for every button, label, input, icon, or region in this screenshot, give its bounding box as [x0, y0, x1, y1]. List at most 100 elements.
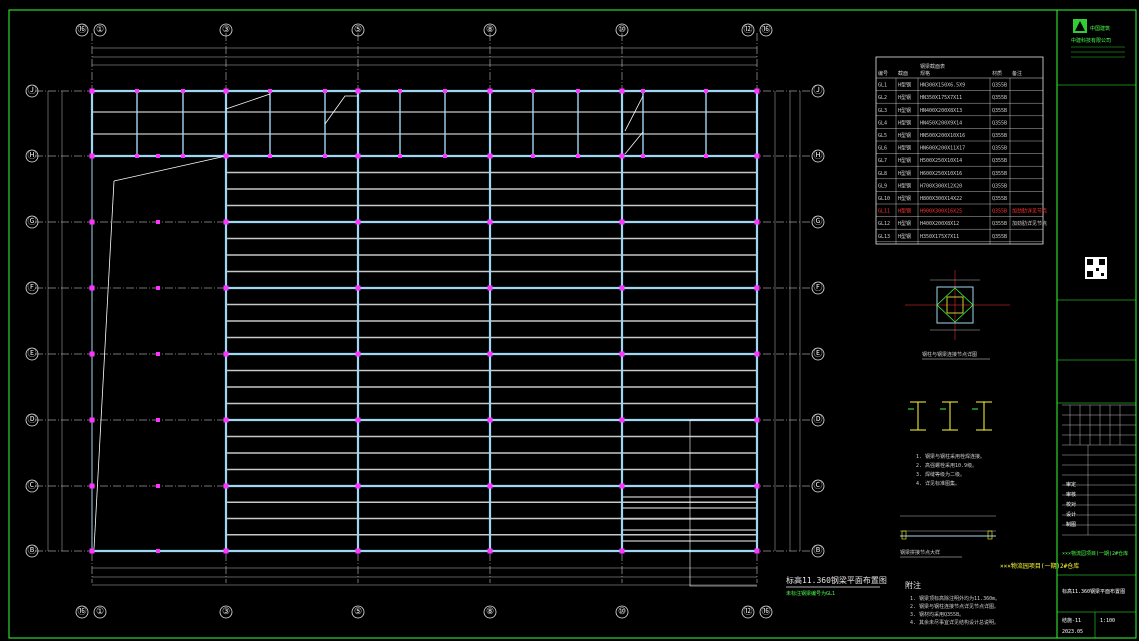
steel-column: [323, 89, 327, 93]
notes-heading: 附注: [905, 580, 921, 590]
steel-column: [619, 153, 625, 159]
section-table-cell: H350X175X7X11: [920, 234, 959, 240]
section-table-cell: Q355B: [992, 209, 1007, 215]
axis-label: Ⓗ: [813, 150, 822, 161]
steel-column: [704, 89, 708, 93]
section-table-cell: Q355B: [992, 183, 1007, 189]
steel-column: [641, 89, 645, 93]
steel-column: [355, 483, 361, 489]
steel-column: [355, 219, 361, 225]
section-table-cell: H600X250X10X16: [920, 171, 962, 177]
section-table-cell: H400X200X8X12: [920, 221, 959, 227]
cad-drawing-sheet: ⑯ ① ③ ⑤ ⑧ ⑩ ⑫ ⑯⑯ ① ③ ⑤ ⑧ ⑩ ⑫ ⑯ⒿⒽⒼⒻⒺⒹⒸⒷⒿⒽⒼⒻⒺⒹⒸⒷ 标高11.36…: [0, 9, 1137, 640]
steel-column: [355, 285, 361, 291]
axis-label: Ⓒ: [813, 480, 822, 491]
axis-label: Ⓖ: [27, 216, 36, 227]
section-table-cell: GL2: [878, 95, 887, 101]
axis-label: ⑯: [77, 606, 86, 617]
steel-column: [487, 548, 493, 554]
steel-column: [89, 219, 95, 225]
section-table-header: 编号: [878, 70, 888, 77]
section-table-cell: Q355B: [992, 120, 1007, 126]
steel-column: [355, 153, 361, 159]
steel-column: [135, 154, 139, 158]
section-table-header: 规格: [920, 70, 930, 77]
axis-label: Ⓙ: [27, 85, 36, 96]
steel-column: [156, 549, 160, 553]
section-table-header: 截面: [898, 70, 908, 77]
steel-column: [156, 154, 160, 158]
steel-column: [754, 285, 760, 291]
section-table-cell: HN500X200X10X16: [920, 133, 965, 139]
steel-column: [443, 154, 447, 158]
title-block-role: 制图: [1066, 521, 1076, 528]
section-table-cell: Q355B: [992, 171, 1007, 177]
edge-line: [113, 155, 227, 182]
steel-column: [223, 351, 229, 357]
axis-label: ⑩: [618, 607, 626, 617]
steel-column: [223, 483, 229, 489]
axis-label: Ⓓ: [27, 414, 36, 425]
detail-note: 2. 高强螺栓采用10.9级。: [916, 462, 977, 469]
edge-line: [93, 180, 115, 550]
steel-column: [487, 351, 493, 357]
steel-column: [619, 351, 625, 357]
section-table-cell: Q355B: [992, 83, 1007, 89]
project-name: ×××物流园项目(一期)2#仓库: [1062, 550, 1128, 557]
axis-label: ⑯: [761, 24, 770, 35]
title-block-role: 审定: [1066, 481, 1076, 488]
plan-title: 标高11.360钢梁平面布置图: [786, 575, 887, 585]
steel-column: [754, 219, 760, 225]
detail1-title: 钢柱与钢梁连接节点详图: [922, 351, 977, 358]
steel-column: [487, 483, 493, 489]
steel-column: [487, 219, 493, 225]
steel-column: [619, 548, 625, 554]
section-table-cell: Q355B: [992, 108, 1007, 114]
section-table-cell: H型钢: [898, 157, 911, 164]
axis-label: ⑯: [761, 606, 770, 617]
section-table-cell: Q355B: [992, 221, 1007, 227]
steel-column: [754, 417, 760, 423]
section-table-cell: 加劲肋详见节点: [1012, 220, 1047, 227]
section-table-cell: GL7: [878, 158, 887, 164]
steel-column: [619, 483, 625, 489]
steel-column: [619, 88, 625, 94]
section-table-cell: H型钢: [898, 208, 911, 215]
steel-beam-plan: [35, 33, 810, 587]
steel-column: [531, 89, 535, 93]
axis-label: Ⓔ: [813, 348, 822, 359]
steel-column: [576, 89, 580, 93]
left-scale-ruler: [0, 522, 8, 640]
section-table-cell: GL9: [878, 183, 887, 189]
axis-label: ③: [222, 607, 230, 617]
section-table-cell: Q355B: [992, 133, 1007, 139]
steel-column: [487, 285, 493, 291]
steel-column: [754, 548, 760, 554]
detail-note: 3. 焊缝等级为二级。: [916, 471, 965, 478]
section-table-cell: GL1: [878, 83, 887, 89]
axis-label: Ⓖ: [813, 216, 822, 227]
section-table-title: 钢梁截面表: [920, 63, 945, 70]
section-table-cell: Q355B: [992, 158, 1007, 164]
section-table-cell: GL5: [878, 133, 887, 139]
steel-column: [156, 352, 160, 356]
title-block-role: 设计: [1066, 511, 1076, 518]
section-table-header: 材质: [992, 70, 1002, 77]
steel-column: [443, 89, 447, 93]
axis-label: ③: [222, 25, 230, 35]
steel-column: [487, 417, 493, 423]
detail-note: 1. 钢梁与钢柱采用栓焊连接。: [916, 453, 985, 460]
section-table-cell: H型钢: [898, 145, 911, 152]
axis-label: ①: [96, 607, 104, 617]
edge-line: [225, 93, 271, 110]
company-subname: 中建科技有限公司: [1071, 37, 1111, 44]
axis-label: Ⓑ: [27, 545, 36, 556]
detail-notes: 1. 钢梁与钢柱采用栓焊连接。 2. 高强螺栓采用10.9级。 3. 焊缝等级为二级…: [916, 453, 985, 487]
axis-label: ⑤: [354, 25, 362, 35]
general-note: 1. 钢梁顶标高除注明外均为11.360m。: [910, 595, 1000, 602]
drawing-date: 2023.05: [1062, 629, 1083, 635]
section-table-cell: H型钢: [898, 94, 911, 101]
steel-column: [156, 220, 160, 224]
steel-column: [355, 88, 361, 94]
axis-label: Ⓗ: [27, 150, 36, 161]
